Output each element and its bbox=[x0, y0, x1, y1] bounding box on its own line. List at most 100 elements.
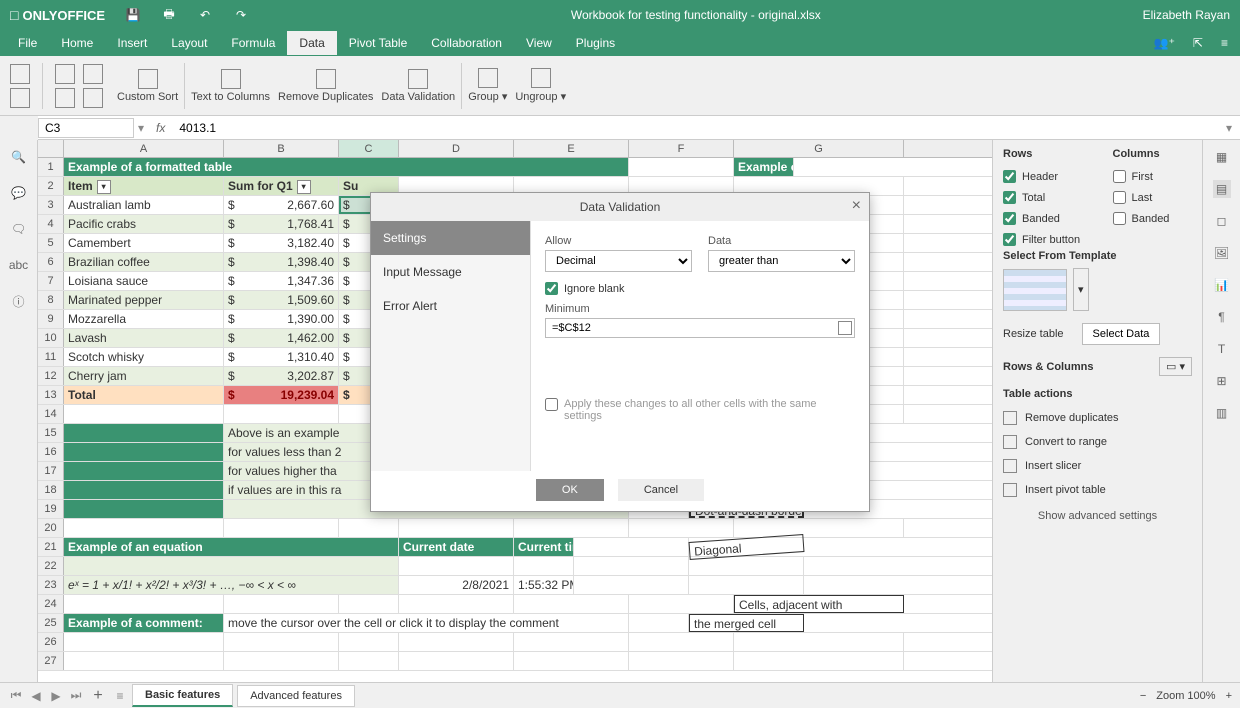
menu-data[interactable]: Data bbox=[287, 31, 336, 55]
cell[interactable] bbox=[64, 557, 399, 575]
user-name[interactable]: Elizabeth Rayan bbox=[1143, 8, 1230, 22]
cell[interactable] bbox=[64, 481, 224, 499]
remove-duplicates-button[interactable]: Remove Duplicates bbox=[274, 67, 377, 105]
cell[interactable]: $1,509.60 bbox=[224, 291, 339, 309]
cell[interactable] bbox=[514, 519, 629, 537]
cell[interactable]: Pacific crabs bbox=[64, 215, 224, 233]
row-header[interactable]: 10 bbox=[38, 329, 64, 347]
cell[interactable]: Example of an equation bbox=[64, 538, 399, 556]
tab-error-alert[interactable]: Error Alert bbox=[371, 289, 530, 323]
paragraph-settings-icon[interactable]: ¶ bbox=[1213, 308, 1231, 326]
cell[interactable] bbox=[64, 443, 224, 461]
cell[interactable] bbox=[574, 538, 689, 556]
cell[interactable]: Total bbox=[64, 386, 224, 404]
row-header[interactable]: 13 bbox=[38, 386, 64, 404]
cell[interactable]: Example of a formatted table bbox=[64, 158, 629, 176]
sort-desc-icon[interactable] bbox=[55, 88, 75, 108]
comments-icon[interactable]: 💬 bbox=[10, 184, 28, 202]
cell[interactable]: Brazilian coffee bbox=[64, 253, 224, 271]
group-button[interactable]: Group ▾ bbox=[464, 66, 511, 105]
banded-rows-checkbox[interactable]: Banded bbox=[1003, 212, 1083, 225]
row-header[interactable]: 2 bbox=[38, 177, 64, 195]
chart-settings-icon[interactable]: 📊 bbox=[1213, 276, 1231, 294]
cell[interactable] bbox=[64, 633, 224, 651]
total-checkbox[interactable]: Total bbox=[1003, 191, 1083, 204]
cell[interactable]: $1,390.00 bbox=[224, 310, 339, 328]
col-g[interactable]: G bbox=[734, 140, 904, 157]
cell[interactable]: $2,667.60 bbox=[224, 196, 339, 214]
cell-ref-chevron-icon[interactable]: ▾ bbox=[134, 121, 148, 135]
cell[interactable]: Item▾ bbox=[64, 177, 224, 195]
cell[interactable] bbox=[64, 424, 224, 442]
hamburger-icon[interactable]: ≡ bbox=[1221, 36, 1228, 50]
row-header[interactable]: 3 bbox=[38, 196, 64, 214]
cell[interactable]: Example of sparklines bbox=[734, 158, 794, 176]
sheet-list-icon[interactable]: ≡ bbox=[112, 689, 128, 703]
minimum-input[interactable] bbox=[545, 318, 855, 338]
col-d[interactable]: D bbox=[399, 140, 514, 157]
sort-za-icon[interactable] bbox=[83, 88, 103, 108]
allow-select[interactable]: Decimal bbox=[545, 250, 692, 272]
row-header[interactable]: 23 bbox=[38, 576, 64, 594]
zoom-in-icon[interactable]: + bbox=[1226, 690, 1232, 702]
row-header[interactable]: 16 bbox=[38, 443, 64, 461]
sort-az-icon[interactable] bbox=[83, 64, 103, 84]
row-header[interactable]: 27 bbox=[38, 652, 64, 670]
row-header[interactable]: 21 bbox=[38, 538, 64, 556]
cell[interactable]: 1:55:32 PM bbox=[514, 576, 574, 594]
cell[interactable]: eˣ = 1 + x/1! + x²/2! + x³/3! + …, −∞ < … bbox=[64, 576, 399, 594]
cell[interactable] bbox=[514, 633, 629, 651]
cell[interactable] bbox=[629, 614, 689, 632]
cell[interactable] bbox=[514, 557, 574, 575]
cell-reference-input[interactable] bbox=[38, 118, 134, 138]
row-header[interactable]: 1 bbox=[38, 158, 64, 176]
custom-sort-button[interactable]: Custom Sort bbox=[113, 67, 182, 105]
textart-settings-icon[interactable]: T bbox=[1213, 340, 1231, 358]
cell[interactable] bbox=[64, 500, 224, 518]
open-location-icon[interactable]: ⇱ bbox=[1193, 36, 1203, 50]
cell[interactable] bbox=[64, 405, 224, 423]
banded-cols-checkbox[interactable]: Banded bbox=[1113, 212, 1193, 225]
cell[interactable] bbox=[399, 595, 514, 613]
row-header[interactable]: 9 bbox=[38, 310, 64, 328]
cell[interactable] bbox=[64, 519, 224, 537]
zoom-out-icon[interactable]: − bbox=[1140, 690, 1146, 702]
cell[interactable] bbox=[339, 519, 399, 537]
cell[interactable] bbox=[734, 652, 904, 670]
cell[interactable] bbox=[629, 652, 734, 670]
zoom-level[interactable]: Zoom 100% bbox=[1156, 690, 1215, 702]
row-header[interactable]: 11 bbox=[38, 348, 64, 366]
row-header[interactable]: 14 bbox=[38, 405, 64, 423]
cell[interactable]: Current date bbox=[399, 538, 514, 556]
menu-layout[interactable]: Layout bbox=[159, 31, 219, 55]
cell[interactable]: $1,462.00 bbox=[224, 329, 339, 347]
cell[interactable]: Marinated pepper bbox=[64, 291, 224, 309]
sheet-tab-advanced[interactable]: Advanced features bbox=[237, 685, 355, 707]
image-settings-icon[interactable]: 🖼 bbox=[1213, 244, 1231, 262]
row-header[interactable]: 15 bbox=[38, 424, 64, 442]
cell[interactable]: Lavash bbox=[64, 329, 224, 347]
action-insert-slicer[interactable]: Insert slicer bbox=[1003, 454, 1192, 478]
filter-button-checkbox[interactable]: Filter button bbox=[1003, 233, 1192, 246]
row-header[interactable]: 26 bbox=[38, 633, 64, 651]
action-convert-range[interactable]: Convert to range bbox=[1003, 430, 1192, 454]
formula-input[interactable] bbox=[173, 119, 1218, 137]
action-remove-duplicates[interactable]: Remove duplicates bbox=[1003, 406, 1192, 430]
sheet-nav-prev-icon[interactable]: ◀ bbox=[28, 689, 44, 703]
template-preview[interactable] bbox=[1003, 269, 1067, 311]
row-header[interactable]: 25 bbox=[38, 614, 64, 632]
cell[interactable] bbox=[734, 633, 904, 651]
ignore-blank-checkbox[interactable]: Ignore blank bbox=[545, 282, 855, 295]
col-b[interactable]: B bbox=[224, 140, 339, 157]
cell[interactable]: $1,347.36 bbox=[224, 272, 339, 290]
row-header[interactable]: 22 bbox=[38, 557, 64, 575]
fx-icon[interactable]: fx bbox=[148, 121, 173, 135]
row-header[interactable]: 5 bbox=[38, 234, 64, 252]
cell[interactable]: $19,239.04 bbox=[224, 386, 339, 404]
redo-icon[interactable]: ↷ bbox=[233, 7, 249, 23]
add-sheet-icon[interactable]: + bbox=[88, 687, 108, 705]
select-data-button[interactable]: Select Data bbox=[1082, 323, 1161, 345]
cell[interactable]: $3,182.40 bbox=[224, 234, 339, 252]
cancel-button[interactable]: Cancel bbox=[618, 479, 704, 501]
template-chevron-icon[interactable]: ▾ bbox=[1073, 268, 1089, 311]
